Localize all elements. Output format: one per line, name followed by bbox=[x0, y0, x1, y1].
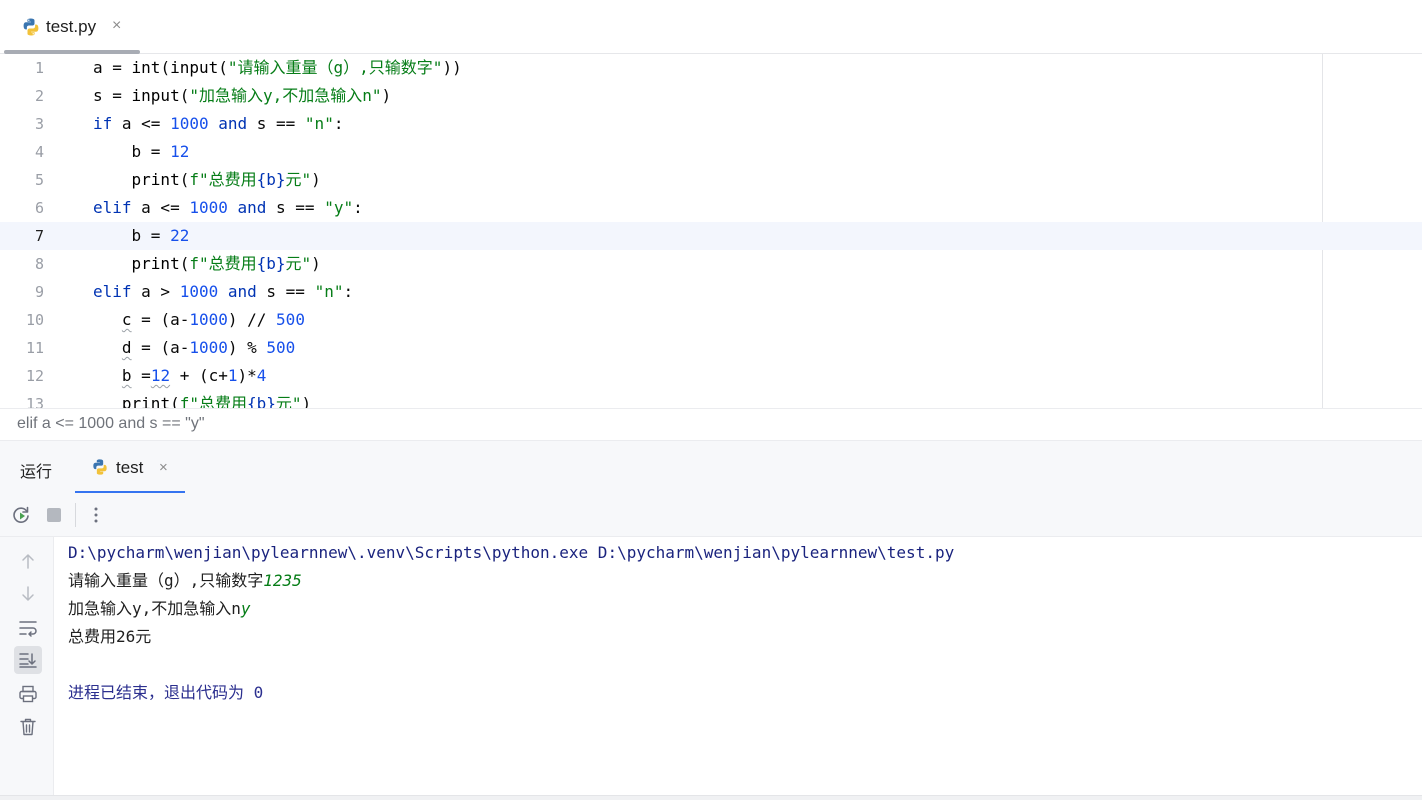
console-command-line: D:\pycharm\wenjian\pylearnnew\.venv\Scri… bbox=[68, 543, 955, 562]
code-text: elif a > 1000 and s == "n": bbox=[93, 282, 354, 301]
code-text: elif a <= 1000 and s == "y": bbox=[93, 198, 363, 217]
code-line[interactable]: 11 d = (a-1000) % 500 bbox=[0, 334, 1422, 362]
line-number: 7 bbox=[34, 227, 44, 245]
more-icon[interactable] bbox=[84, 503, 108, 527]
run-panel-title: 运行 bbox=[20, 464, 53, 481]
code-line[interactable]: 9 elif a > 1000 and s == "n": bbox=[0, 278, 1422, 306]
code-line[interactable]: 6 elif a <= 1000 and s == "y": bbox=[0, 194, 1422, 222]
code-line-current[interactable]: 7 b = 22 bbox=[0, 222, 1422, 250]
rerun-icon[interactable] bbox=[9, 503, 33, 527]
line-number: 5 bbox=[34, 171, 44, 189]
code-line[interactable]: 5 print(f"总费用{b}元") bbox=[0, 166, 1422, 194]
line-number: 10 bbox=[25, 311, 44, 329]
code-text: print(f"总费用{b}元") bbox=[131, 254, 321, 273]
code-text: c = (a-1000) // 500 bbox=[121, 310, 305, 329]
line-number: 1 bbox=[34, 59, 44, 77]
toolbar-separator bbox=[75, 503, 76, 527]
status-bar bbox=[0, 795, 1422, 800]
code-text: a = int(input("请输入重量（g）,只输数字")) bbox=[93, 58, 462, 77]
scroll-up-icon[interactable] bbox=[14, 547, 42, 575]
run-tab-test[interactable]: test × bbox=[75, 441, 185, 494]
line-number: 12 bbox=[25, 367, 44, 385]
python-icon bbox=[91, 458, 109, 476]
console-exit-message: 进程已结束，退出代码为 0 bbox=[68, 683, 264, 702]
console-side-toolbar bbox=[0, 537, 54, 795]
close-icon[interactable]: × bbox=[159, 459, 168, 476]
soft-wrap-icon[interactable] bbox=[14, 614, 42, 642]
code-line[interactable]: 4 b = 12 bbox=[0, 138, 1422, 166]
code-line[interactable]: 3 if a <= 1000 and s == "n": bbox=[0, 110, 1422, 138]
breadcrumb[interactable]: elif a <= 1000 and s == "y" bbox=[0, 408, 1422, 440]
line-number: 11 bbox=[25, 339, 44, 357]
scroll-down-icon[interactable] bbox=[14, 580, 42, 608]
code-line[interactable]: 2 s = input("加急输入y,不加急输入n") bbox=[0, 82, 1422, 110]
code-editor[interactable]: 1 a = int(input("请输入重量（g）,只输数字")) 2 s = … bbox=[0, 54, 1422, 408]
line-number: 2 bbox=[34, 87, 44, 105]
code-area[interactable]: 1 a = int(input("请输入重量（g）,只输数字")) 2 s = … bbox=[0, 54, 1422, 408]
code-text: print(f"总费用{b}元") bbox=[121, 394, 312, 408]
console-line: 总费用26元 bbox=[68, 627, 152, 646]
editor-tab-bar: test.py × bbox=[0, 0, 1422, 54]
trash-icon[interactable] bbox=[14, 713, 42, 741]
code-text: b = 22 bbox=[93, 226, 190, 245]
close-icon[interactable]: × bbox=[112, 17, 121, 35]
stop-icon[interactable] bbox=[42, 503, 66, 527]
scroll-to-end-icon[interactable] bbox=[14, 646, 42, 674]
line-number: 13 bbox=[25, 395, 44, 408]
code-text: b = 12 bbox=[93, 142, 190, 161]
code-line[interactable]: 8 print(f"总费用{b}元") bbox=[0, 250, 1422, 278]
breadcrumb-item[interactable]: elif a <= 1000 and s == "y" bbox=[17, 415, 205, 433]
code-text: s = input("加急输入y,不加急输入n") bbox=[93, 86, 392, 105]
editor-tab-test-py[interactable]: test.py × bbox=[4, 0, 140, 54]
python-icon bbox=[21, 17, 41, 37]
code-text: b =12 + (c+1)*4 bbox=[121, 366, 267, 385]
run-panel-header: 运行 test × bbox=[0, 440, 1422, 494]
code-text: if a <= 1000 and s == "n": bbox=[93, 114, 344, 133]
code-line[interactable]: 10 c = (a-1000) // 500 bbox=[0, 306, 1422, 334]
editor-tab-label: test.py bbox=[46, 17, 97, 36]
run-tab-label: test bbox=[116, 458, 144, 477]
line-number: 6 bbox=[34, 199, 44, 217]
line-number: 8 bbox=[34, 255, 44, 273]
line-number: 4 bbox=[34, 143, 44, 161]
console-line: 加急输入y,不加急输入ny bbox=[68, 599, 251, 618]
code-line[interactable]: 12 b =12 + (c+1)*4 bbox=[0, 362, 1422, 390]
console-line: 请输入重量（g）,只输数字1235 bbox=[68, 571, 302, 590]
line-number: 9 bbox=[34, 283, 44, 301]
code-text: d = (a-1000) % 500 bbox=[121, 338, 296, 357]
code-line[interactable]: 1 a = int(input("请输入重量（g）,只输数字")) bbox=[0, 54, 1422, 82]
code-text: print(f"总费用{b}元") bbox=[131, 170, 321, 189]
run-toolbar bbox=[0, 493, 1422, 537]
line-number: 3 bbox=[34, 115, 44, 133]
code-line[interactable]: 13 print(f"总费用{b}元") bbox=[0, 390, 1422, 408]
print-icon[interactable] bbox=[14, 680, 42, 708]
console-output[interactable]: D:\pycharm\wenjian\pylearnnew\.venv\Scri… bbox=[54, 537, 1422, 795]
